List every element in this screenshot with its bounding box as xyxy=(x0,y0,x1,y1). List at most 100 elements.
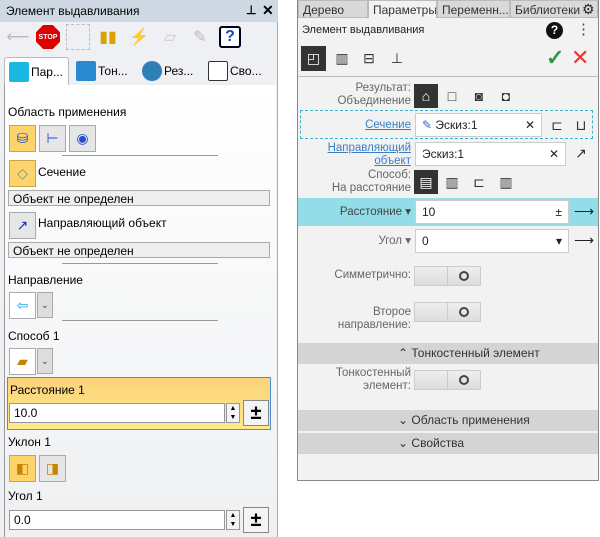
guide-field[interactable]: Объект не определен xyxy=(8,242,270,258)
angle-spinner[interactable]: ▲ ▼ xyxy=(226,510,240,530)
method-distance-icon[interactable]: ▤ xyxy=(414,170,438,194)
method-button[interactable]: ▰ xyxy=(9,348,36,375)
clear-icon[interactable]: ✕ xyxy=(549,147,559,161)
thinwall-section-header[interactable]: ⌃ Тонкостенный элемент xyxy=(298,343,598,364)
angle-input[interactable]: 0.0 xyxy=(9,510,225,530)
direction-dropdown[interactable]: ⌄ xyxy=(37,292,53,318)
tab-parameters[interactable]: Параметры xyxy=(368,0,437,18)
result-new-body-icon[interactable]: □ xyxy=(441,85,463,107)
pencil-icon: ✎ xyxy=(422,118,433,132)
lightning-icon[interactable]: ⚡ xyxy=(127,24,151,50)
cut-mode-icon[interactable]: ⊟ xyxy=(358,47,380,69)
tree-icon[interactable]: ⋮ xyxy=(576,20,591,38)
direction-arrow[interactable]: ⟶ xyxy=(574,203,594,220)
model-icon[interactable]: ▮▮ xyxy=(96,24,120,50)
cancel-button[interactable]: ✕ xyxy=(571,45,589,71)
result-intersect-icon[interactable]: ◘ xyxy=(495,85,517,107)
result-value: Объединение xyxy=(337,95,411,107)
guide-link-line2[interactable]: объект xyxy=(298,155,411,168)
result-union-icon[interactable]: ⌂ xyxy=(414,84,438,108)
distance-label[interactable]: Расстояние ▾ xyxy=(298,206,411,219)
stop-icon[interactable]: STOP xyxy=(36,25,60,49)
tab-variables[interactable]: Переменн... xyxy=(437,0,510,18)
method-label-text: Способ: xyxy=(368,169,411,181)
ok-button[interactable]: ✓ xyxy=(546,45,564,71)
distance-input[interactable]: 10.0 xyxy=(9,403,225,423)
section-field[interactable]: Объект не определен xyxy=(8,190,270,206)
direction-button[interactable]: ⇦ xyxy=(9,292,36,319)
guide-link[interactable]: Направляющий объект xyxy=(298,142,411,168)
direction-label: Направление xyxy=(8,273,83,287)
guide-link-line1[interactable]: Направляющий xyxy=(298,142,411,155)
scope-section-header[interactable]: ⌄ Область применения xyxy=(298,410,598,431)
symmetric-toggle[interactable] xyxy=(414,266,481,286)
plus-minus-icon[interactable]: ± xyxy=(555,205,562,219)
method-to-vertex-icon[interactable]: ⊏ xyxy=(468,171,490,193)
right-panel-modern: Дерево Параметры Переменн... Библиотеки … xyxy=(297,0,599,481)
tab-tree[interactable]: Дерево xyxy=(298,0,368,18)
method-to-surface-icon[interactable]: ▥ xyxy=(495,171,517,193)
properties-icon xyxy=(208,61,228,81)
extrude-mode-icon[interactable]: ◰ xyxy=(301,46,326,71)
gear-icon[interactable]: ⚙ xyxy=(582,1,595,18)
scope-all-button[interactable]: ⛁ xyxy=(9,125,36,152)
method-through-all-icon[interactable]: ▥ xyxy=(441,171,463,193)
method-dropdown[interactable]: ⌄ xyxy=(37,348,53,374)
thinwall-label: Тонкостенный элемент: xyxy=(298,367,411,393)
edit-icon[interactable]: ✎ xyxy=(188,24,212,50)
distance-label: Расстояние 1 xyxy=(10,383,85,397)
sketch-select-icon[interactable]: ⊔ xyxy=(570,114,592,136)
section-link[interactable]: Сечение xyxy=(298,119,411,132)
angle-arrow[interactable]: ⟶ xyxy=(574,232,594,249)
thinwall-label-line1: Тонкостенный xyxy=(335,367,411,379)
chevron-down-icon: ⌄ xyxy=(398,436,409,450)
chevron-down-icon: ⌄ xyxy=(398,413,409,427)
scope-body-button[interactable]: ◉ xyxy=(69,125,96,152)
pin-icon[interactable]: ⊥ xyxy=(246,3,256,17)
distance-input[interactable]: 10 ± xyxy=(415,200,569,224)
angle-label[interactable]: Угол ▾ xyxy=(298,235,411,248)
section-input[interactable]: ✎ Эскиз:1 ✕ xyxy=(415,113,542,137)
tab-parameters[interactable]: Пар... xyxy=(4,57,69,85)
left-panel-legacy: Элемент выдавливания ⊥ ✕ ⟵ STOP ▮▮ ⚡ ▱ ✎… xyxy=(0,0,278,537)
sketch-icon[interactable]: ▱ xyxy=(158,24,182,50)
section-button[interactable]: ◇ xyxy=(9,160,36,187)
thinwall-header-text: Тонкостенный элемент xyxy=(411,346,540,360)
close-button[interactable]: ✕ xyxy=(262,2,274,19)
guide-button[interactable]: ↗ xyxy=(9,212,36,239)
scope-tree-button[interactable]: ⊢ xyxy=(39,125,66,152)
result-label-text: Результат: xyxy=(355,82,412,94)
chevron-down-icon[interactable]: ▾ xyxy=(556,234,562,248)
thinwall-toggle[interactable] xyxy=(414,370,481,390)
sketch-edit-icon[interactable]: ⊏ xyxy=(546,114,568,136)
tab-label: Тон... xyxy=(98,64,128,78)
back-icon[interactable]: ⟵ xyxy=(6,24,30,50)
draft-in-button[interactable]: ◧ xyxy=(9,455,36,482)
section-value: ✎ Эскиз:1 xyxy=(422,118,478,132)
tab-thin[interactable]: Тон... xyxy=(72,57,137,85)
draft-out-button[interactable]: ◨ xyxy=(39,455,66,482)
divider xyxy=(62,263,218,264)
clear-icon[interactable]: ✕ xyxy=(525,118,535,132)
tab-properties[interactable]: Сво... xyxy=(204,57,274,85)
direction-arrow-icon[interactable]: ↗ xyxy=(570,142,592,164)
thinwall-label-line2: элемент: xyxy=(363,380,411,392)
draft-label: Уклон 1 xyxy=(8,435,51,449)
distance-sign-button[interactable]: ± xyxy=(243,400,269,426)
angle-input[interactable]: 0 ▾ xyxy=(415,229,569,253)
properties-section-header[interactable]: ⌄ Свойства xyxy=(298,433,598,454)
grid-icon[interactable] xyxy=(66,24,90,50)
help-icon[interactable]: ? xyxy=(219,26,241,48)
guide-input[interactable]: Эскиз:1 ✕ xyxy=(415,142,566,166)
distance-spinner[interactable]: ▲ ▼ xyxy=(226,403,240,423)
chevron-up-icon: ⌃ xyxy=(398,346,409,360)
result-subtract-icon[interactable]: ◙ xyxy=(468,85,490,107)
surface-mode-icon[interactable]: ⊥ xyxy=(386,47,408,69)
angle-sign-button[interactable]: ± xyxy=(243,507,269,533)
help-icon[interactable]: ? xyxy=(546,22,563,39)
tab-result[interactable]: Рез... xyxy=(138,57,203,85)
scope-header-text: Область применения xyxy=(411,413,530,427)
section-label: Сечение xyxy=(38,165,86,179)
thin-mode-icon[interactable]: ▥ xyxy=(331,47,353,69)
second-direction-toggle[interactable] xyxy=(414,302,481,322)
